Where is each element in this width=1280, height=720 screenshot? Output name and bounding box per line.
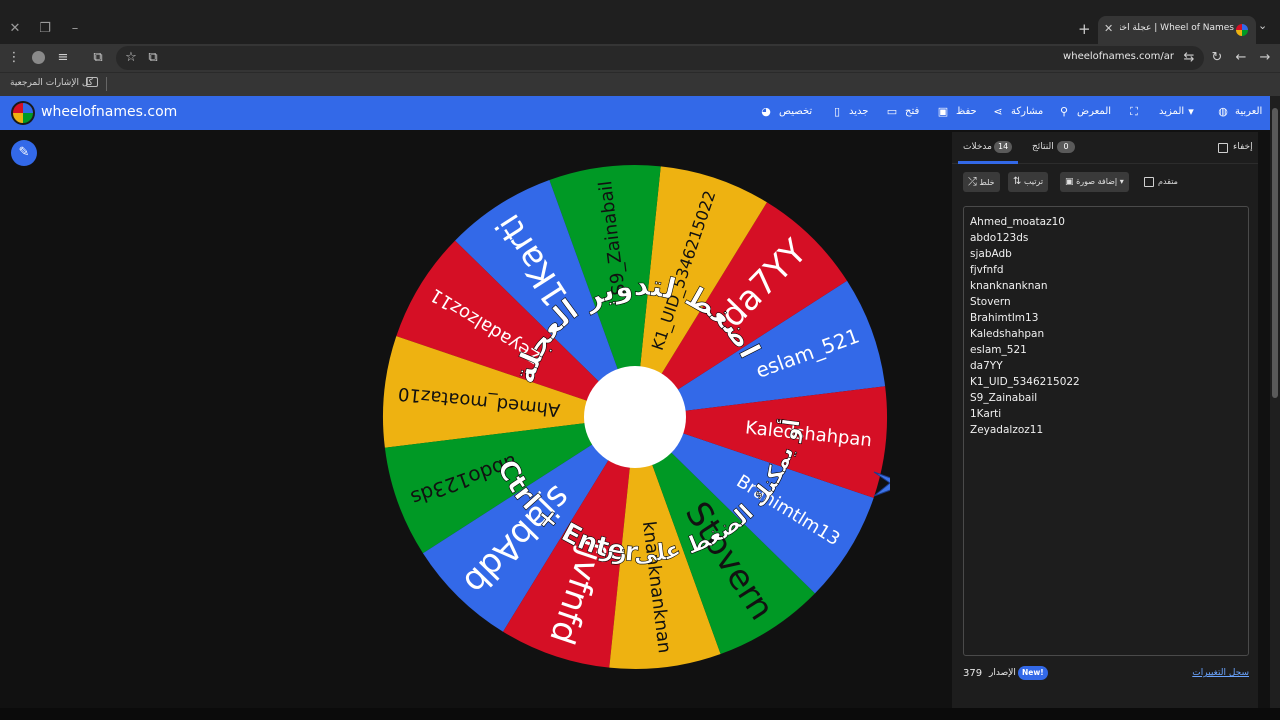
entry-line[interactable]: Ahmed_moataz10 [970, 214, 1242, 230]
page-scrollbar[interactable] [1270, 96, 1280, 708]
tab-results[interactable]: النتائج [1032, 142, 1054, 152]
new-file-icon[interactable]: ▯ [831, 106, 843, 118]
wheel-center[interactable] [584, 366, 686, 468]
language-button[interactable]: العربية [1235, 106, 1262, 117]
palette-icon[interactable]: ◕ [760, 106, 772, 118]
restore-window-icon[interactable]: ❐ [36, 20, 54, 38]
site-settings-icon[interactable]: ⇆ [1180, 49, 1198, 67]
fullscreen-icon[interactable]: ⛶ [1128, 106, 1140, 118]
new-button[interactable]: جديد [849, 106, 868, 117]
sort-label: ترتيب [1023, 177, 1044, 186]
entries-controls: ⤮ خلط ⇅ ترتيب ▣ إضافة صورة ▾ متقدم [952, 172, 1258, 194]
search-icon[interactable]: ⚲ [1058, 106, 1070, 118]
advanced-checkbox[interactable] [1144, 177, 1154, 187]
minimize-window-icon[interactable]: – [66, 20, 84, 38]
entry-line[interactable]: Kaledshahpan [970, 326, 1242, 342]
menu-dots-icon[interactable]: ⋮ [5, 49, 23, 67]
entries-count-badge: 14 [994, 141, 1013, 153]
entries-panel: مدخلات 14 النتائج 0 إخفاء ⤮ خلط ⇅ ترتيب [952, 132, 1258, 708]
entry-line[interactable]: 1Karti [970, 406, 1242, 422]
back-icon[interactable]: ← [1232, 49, 1250, 67]
tab-search-icon[interactable]: ⌄ [1258, 19, 1267, 32]
open-button[interactable]: فتح [905, 106, 919, 117]
close-tab-icon[interactable]: ✕ [1104, 22, 1113, 35]
chevron-down-icon: ▾ [1119, 177, 1124, 186]
favicon-icon [1236, 24, 1248, 36]
app-area: wheelofnames.com ◕ تخصيص ▯ جديد ▭ فتح ▣ … [0, 96, 1270, 708]
entry-line[interactable]: K1_UID_5346215022 [970, 374, 1242, 390]
shuffle-icon: ⤮ [968, 175, 977, 188]
sort-icon: ⇅ [1013, 176, 1022, 187]
wheel-logo-icon[interactable] [11, 101, 35, 125]
entry-line[interactable]: eslam_521 [970, 342, 1242, 358]
share-button[interactable]: مشاركة [1011, 106, 1043, 117]
add-image-label: إضافة صورة [1076, 177, 1118, 186]
changelog-link[interactable]: سجل التغييرات [1192, 668, 1249, 678]
install-app-icon[interactable]: ⧉ [144, 49, 162, 67]
results-count-badge: 0 [1057, 141, 1075, 153]
url-text: wheelofnames.com/ar [1063, 51, 1174, 62]
hide-label: إخفاء [1233, 142, 1253, 152]
extensions-icon[interactable]: ⧉ [89, 49, 107, 67]
scroll-thumb[interactable] [1272, 108, 1278, 398]
entry-line[interactable]: Zeyadalzoz11 [970, 422, 1242, 438]
share-icon[interactable]: ⋖ [992, 106, 1004, 118]
new-badge[interactable]: New! [1018, 666, 1048, 680]
panel-footer: 379 الإصدار New! سجل التغييرات [952, 660, 1258, 684]
bookmarks-bar: كل الإشارات المرجعية [0, 72, 1280, 96]
address-bar[interactable]: ☆ ⧉ wheelofnames.com/ar ⇆ [116, 46, 1204, 70]
active-tab-indicator [958, 161, 1018, 164]
all-bookmarks-label[interactable]: كل الإشارات المرجعية [10, 78, 93, 88]
bookmark-star-icon[interactable]: ☆ [122, 49, 140, 67]
entry-line[interactable]: da7YY [970, 358, 1242, 374]
save-icon[interactable]: ▣ [937, 106, 949, 118]
entry-line[interactable]: knanknanknan [970, 278, 1242, 294]
browser-toolbar: ⋮ ≡ ⧉ ☆ ⧉ wheelofnames.com/ar ⇆ ↻ ← → [0, 44, 1280, 72]
reload-icon[interactable]: ↻ [1208, 49, 1226, 67]
globe-icon[interactable]: ◍ [1217, 106, 1229, 118]
tab-strip: ✕ ❐ – + ✕ Wheel of Names | عجلة اختيار ا… [0, 14, 1280, 44]
folder-icon[interactable] [86, 77, 98, 87]
entry-line[interactable]: S9_Zainabail [970, 390, 1242, 406]
entry-line[interactable]: abdo123ds [970, 230, 1242, 246]
sort-button[interactable]: ⇅ ترتيب [1008, 172, 1049, 192]
reading-list-icon[interactable]: ≡ [54, 49, 72, 67]
bottom-strip [0, 708, 1280, 720]
chevron-down-icon[interactable]: ▾ [1185, 106, 1197, 118]
wheel-canvas[interactable]: eslam_521da7YYK1_UID_5346215022S9_Zainab… [380, 163, 890, 673]
entry-line[interactable]: sjabAdb [970, 246, 1242, 262]
hide-checkbox[interactable] [1218, 143, 1228, 153]
profile-icon[interactable] [29, 49, 47, 67]
entries-textarea[interactable]: Ahmed_moataz10 abdo123ds sjabAdb fjvfnfd kna… [963, 206, 1249, 656]
version-number: 379 [963, 668, 983, 679]
browser-tab[interactable]: ✕ Wheel of Names | عجلة اختيار الاسم الع… [1098, 16, 1256, 44]
add-image-button[interactable]: ▣ إضافة صورة ▾ [1060, 172, 1129, 192]
app-header: wheelofnames.com ◕ تخصيص ▯ جديد ▭ فتح ▣ … [0, 96, 1270, 130]
forward-icon[interactable]: → [1256, 49, 1274, 67]
brand-name[interactable]: wheelofnames.com [41, 104, 177, 120]
shuffle-button[interactable]: ⤮ خلط [963, 172, 1000, 192]
new-tab-icon[interactable]: + [1078, 20, 1091, 38]
save-button[interactable]: حفظ [956, 106, 977, 117]
customize-button[interactable]: تخصيص [779, 106, 812, 117]
image-icon: ▣ [1065, 177, 1074, 187]
open-folder-icon[interactable]: ▭ [886, 106, 898, 118]
close-window-icon[interactable]: ✕ [6, 20, 24, 38]
entry-line[interactable]: Brahimtlm13 [970, 310, 1242, 326]
more-button[interactable]: المزيد [1159, 106, 1184, 117]
shuffle-label: خلط [979, 178, 995, 187]
version-label: الإصدار [989, 668, 1016, 678]
tab-entries[interactable]: مدخلات [963, 142, 992, 152]
advanced-label: متقدم [1158, 177, 1178, 186]
edit-pencil-icon[interactable]: ✎ [11, 140, 37, 166]
tab-title: Wheel of Names | عجلة اختيار الاسم العشو… [1120, 23, 1234, 33]
gallery-button[interactable]: المعرض [1077, 106, 1111, 117]
bookmarks-divider [106, 77, 107, 91]
wheel[interactable]: eslam_521 da7YY K1_UID_5346215022 S9_Zainab… [380, 163, 890, 673]
entry-line[interactable]: fjvfnfd [970, 262, 1242, 278]
entry-line[interactable]: Stovern [970, 294, 1242, 310]
panel-tabs: مدخلات 14 النتائج 0 إخفاء [952, 132, 1258, 164]
browser-window: ✕ ❐ – + ✕ Wheel of Names | عجلة اختيار ا… [0, 0, 1280, 720]
